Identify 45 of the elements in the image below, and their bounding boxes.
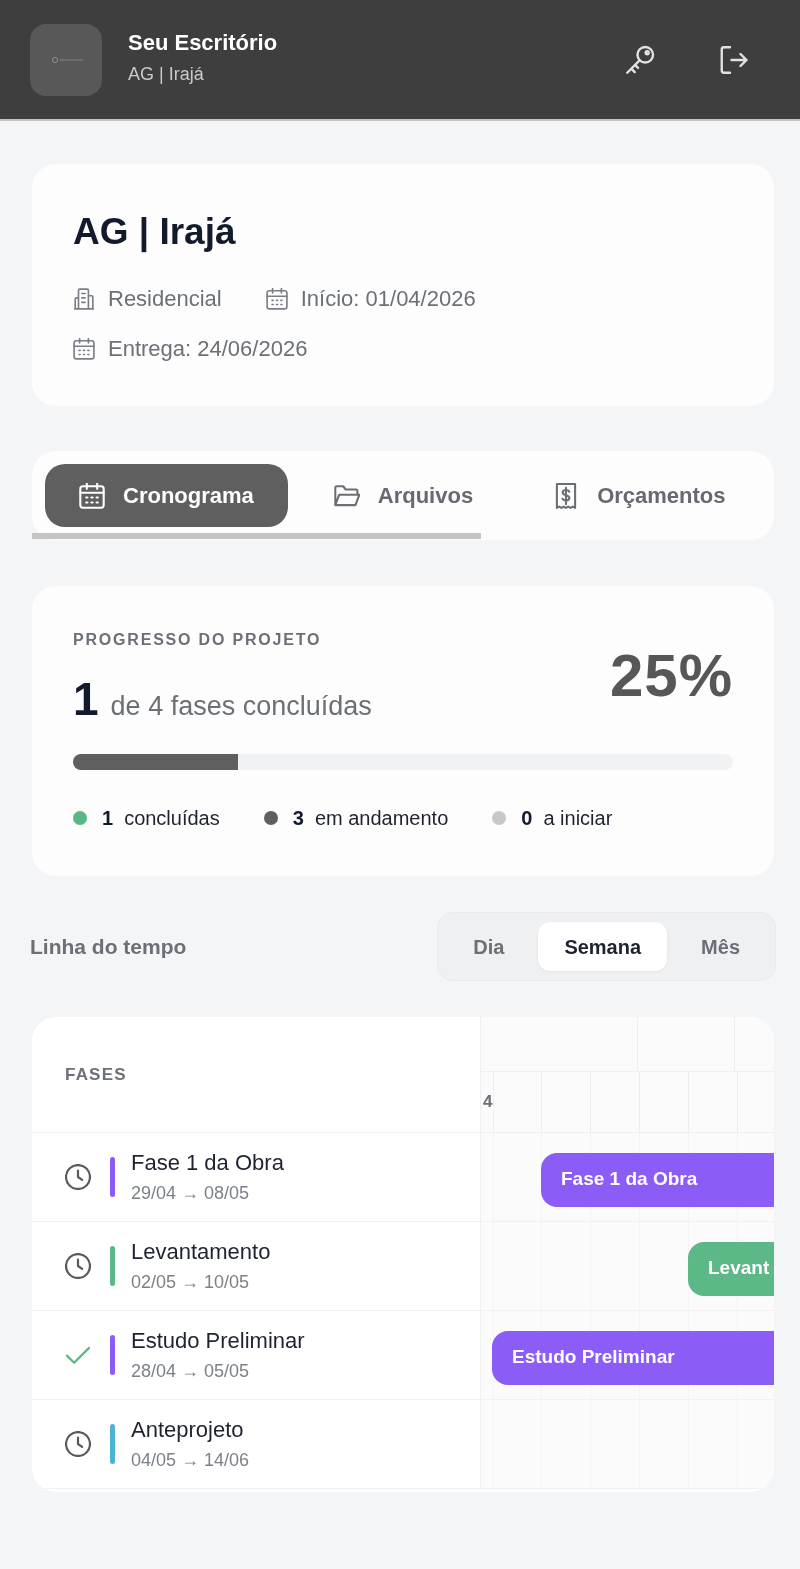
completed-label: de 4 fases concluídas [110, 691, 372, 721]
gantt-bar[interactable]: Fase 1 da Obra [541, 1152, 774, 1207]
phase-dates: 04/05 → 14/06 [131, 1449, 250, 1472]
legend-label: concluídas [124, 807, 220, 829]
view-option[interactable]: Mês [675, 922, 766, 971]
building-icon [73, 288, 95, 310]
tab[interactable]: Arquivos [299, 464, 508, 527]
tab[interactable]: Cronograma [45, 464, 288, 527]
phase-name: Estudo Preliminar [131, 1327, 305, 1354]
key-icon [625, 44, 655, 75]
app-title: Seu Escritório [128, 30, 278, 56]
section-title: Linha do tempo [30, 933, 187, 960]
completed-count: 1 [73, 676, 99, 722]
progress-percent: 25% [609, 646, 733, 706]
scrollbar-thumb[interactable] [32, 533, 481, 539]
logo-icon [30, 23, 102, 96]
view-option[interactable]: Semana [538, 922, 668, 971]
project-type: Residencial [108, 285, 222, 313]
view-option[interactable]: Dia [447, 922, 531, 971]
app-subtitle: AG | Irajá [128, 63, 205, 85]
phase-dates: 29/04 → 08/05 [131, 1182, 251, 1205]
legend-count: 3 [292, 807, 304, 829]
legend-count: 1 [102, 807, 114, 829]
phase-name: Levantamento [131, 1238, 271, 1265]
calendar-icon [265, 288, 288, 310]
gantt-bar[interactable]: Levant [688, 1241, 774, 1296]
legend-label: em andamento [314, 807, 449, 829]
project-title: AG | Irajá [73, 210, 237, 253]
gantt-bar[interactable]: Estudo Preliminar [492, 1330, 774, 1385]
delivery-date: Entrega: 24/06/2026 [108, 335, 308, 363]
day-label: 4 [483, 1091, 493, 1114]
column-heading: FASES [65, 1063, 127, 1086]
start-date: Início: 01/04/2026 [300, 285, 476, 313]
calendar-icon [73, 338, 95, 360]
legend-count: 0 [521, 807, 533, 829]
phase-name: Anteprojeto [131, 1416, 245, 1443]
calendar-icon [79, 482, 105, 509]
tab[interactable]: Orçamentos [519, 464, 760, 527]
folder-icon [333, 482, 360, 509]
phase-dates: 02/05 → 10/05 [131, 1271, 251, 1294]
phase-dates: 28/04 → 05/05 [131, 1360, 251, 1383]
legend-label: a iniciar [543, 807, 613, 829]
progress-title: PROGRESSO DO PROJETO [73, 630, 323, 650]
logout-icon [718, 44, 748, 75]
phase-name: Fase 1 da Obra [131, 1149, 284, 1176]
